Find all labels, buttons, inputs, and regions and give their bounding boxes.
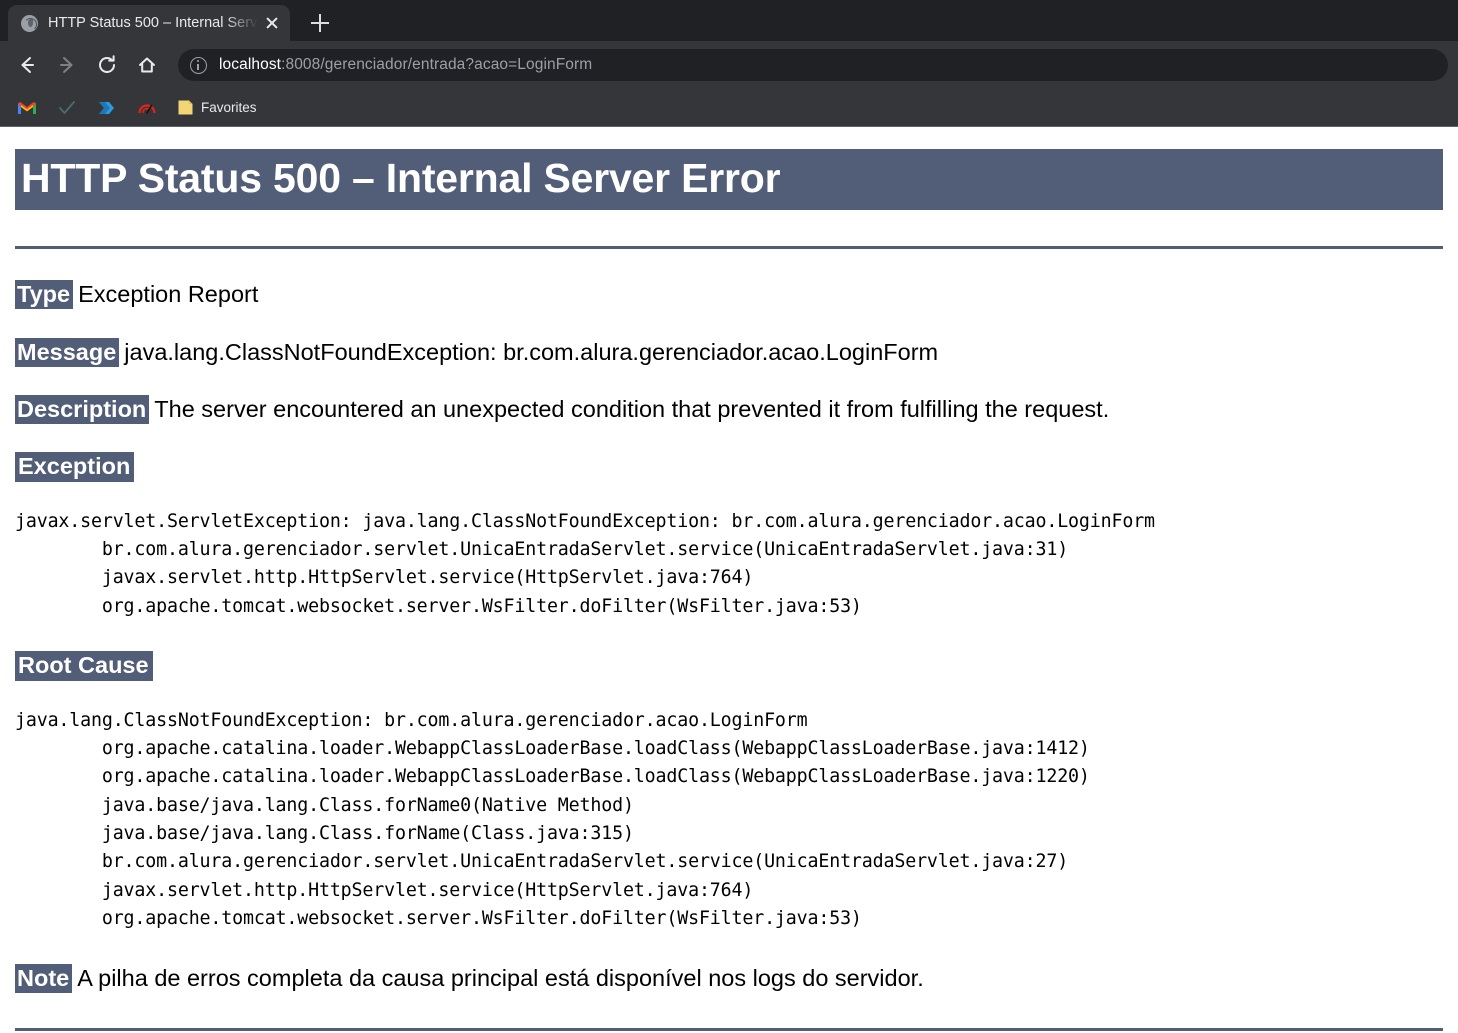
url-text: localhost:8008/gerenciador/entrada?acao=… [219,56,592,74]
bottom-divider [15,1027,1443,1031]
page-title: HTTP Status 500 – Internal Server Error [15,149,1443,211]
message-value: java.lang.ClassNotFoundException: br.com… [124,338,939,365]
description-row: Description The server encountered an une… [15,394,1443,425]
back-arrow-icon[interactable] [12,50,42,80]
exception-heading: Exception [15,451,135,482]
description-value: The server encountered an unexpected con… [154,396,1110,423]
type-row: Type Exception Report [15,279,1443,310]
message-label: Message [15,337,120,367]
favorites-folder[interactable]: Favorites [174,95,260,121]
exception-stacktrace: javax.servlet.ServletException: java.lan… [15,510,1155,617]
close-icon[interactable] [260,11,284,35]
description-label: Description [15,395,150,425]
home-icon[interactable] [132,50,162,80]
type-label: Type [15,280,74,310]
note-value: A pilha de erros completa da causa princ… [77,965,924,992]
top-divider [15,246,1443,250]
gmail-bookmark[interactable] [14,95,40,121]
root-cause-section: Root Cause java.lang.ClassNotFoundExcept… [15,650,1443,933]
gmail-icon [17,100,37,116]
url-host: localhost [219,56,282,73]
browser-toolbar: localhost:8008/gerenciador/entrada?acao=… [0,41,1458,89]
bookmarks-bar: Favorites [0,89,1458,127]
play-arrow-icon [97,100,117,116]
tomcat-error-page: HTTP Status 500 – Internal Server Error … [0,127,1458,1033]
browser-window: HTTP Status 500 – Internal Server Error [0,0,1458,127]
root-cause-heading: Root Cause [15,650,153,681]
type-value: Exception Report [78,281,259,308]
address-bar[interactable]: localhost:8008/gerenciador/entrada?acao=… [178,49,1448,81]
new-tab-button[interactable] [304,7,336,39]
site-info-icon[interactable] [190,56,207,74]
note-label: Note [15,964,73,994]
forward-arrow-icon[interactable] [52,50,82,80]
speedometer-icon [137,100,157,116]
globe-icon [21,14,38,32]
exception-section: Exception javax.servlet.ServletException… [15,451,1443,621]
folder-icon [177,99,194,116]
speedometer-bookmark[interactable] [134,95,160,121]
play-bookmark[interactable] [94,95,120,121]
check-bookmark[interactable] [54,95,80,121]
check-icon [57,100,77,116]
tab-strip: HTTP Status 500 – Internal Server Error [0,0,1458,41]
browser-tab[interactable]: HTTP Status 500 – Internal Server Error [8,5,290,41]
favorites-label: Favorites [201,100,257,115]
root-cause-stacktrace: java.lang.ClassNotFoundException: br.com… [15,709,1090,929]
note-row: Note A pilha de erros completa da causa p… [15,963,1443,994]
reload-icon[interactable] [92,50,122,80]
tab-title: HTTP Status 500 – Internal Server Error [48,15,258,31]
message-row: Message java.lang.ClassNotFoundException:… [15,337,1443,368]
url-path: :8008/gerenciador/entrada?acao=LoginForm [281,56,593,73]
